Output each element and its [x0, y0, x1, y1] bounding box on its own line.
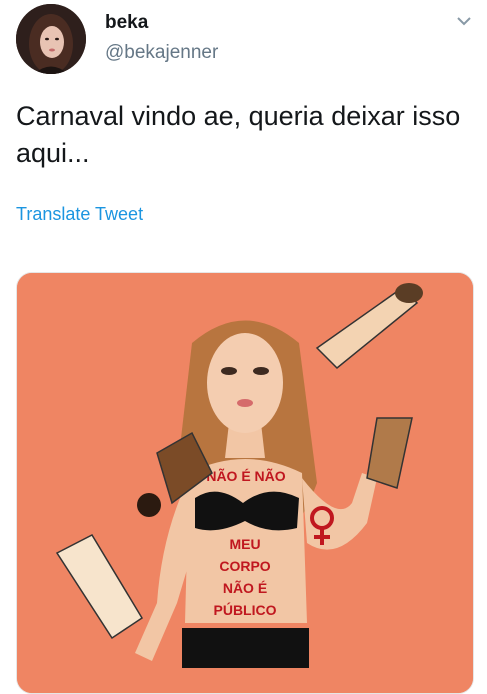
belly-line-4: PÚBLICO [214, 601, 277, 618]
tweet-image[interactable]: NÃO É NÃO MEU CORPO NÃO É PÚBLICO [16, 272, 474, 694]
author-handle[interactable]: @bekajenner [105, 42, 218, 64]
belly-line-1: MEU [229, 536, 260, 552]
translate-tweet-link[interactable]: Translate Tweet [16, 204, 143, 225]
chest-text: NÃO É NÃO [206, 467, 285, 484]
author-name[interactable]: beka [105, 12, 148, 34]
belly-line-3: NÃO É [223, 579, 267, 596]
illustration: NÃO É NÃO MEU CORPO NÃO É PÚBLICO [17, 273, 473, 693]
tweet-text: Carnaval vindo ae, queria deixar isso aq… [16, 101, 461, 168]
belly-line-2: CORPO [219, 558, 270, 574]
chevron-down-icon[interactable] [455, 14, 473, 28]
avatar-photo [16, 4, 86, 74]
avatar[interactable] [16, 4, 86, 74]
